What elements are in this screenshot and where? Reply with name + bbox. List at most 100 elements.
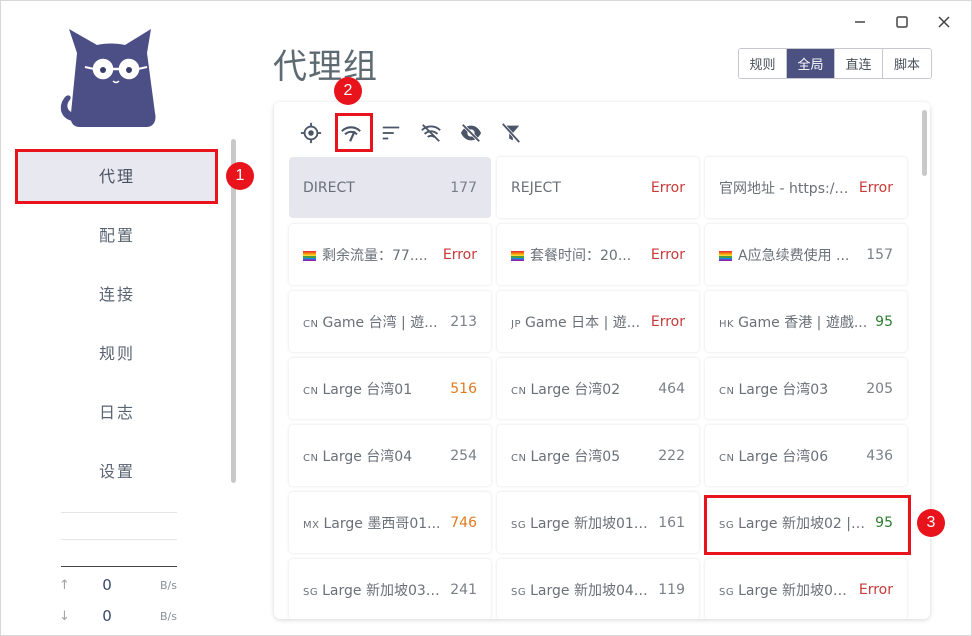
arrow-up-icon: ↑ [59, 577, 70, 593]
region-flag: SG [303, 586, 319, 598]
hide-button[interactable] [458, 120, 484, 146]
proxy-delay[interactable]: 95 [875, 314, 893, 330]
proxy-node-card[interactable]: HK Game 香港 | 遊戲... 95 [705, 291, 907, 352]
proxy-node-label: Game 日本 | 遊... [524, 314, 641, 331]
proxy-delay[interactable]: 157 [866, 247, 893, 263]
sort-icon [382, 126, 400, 140]
proxy-delay[interactable]: 119 [658, 582, 685, 598]
proxy-delay[interactable]: Error [651, 314, 685, 330]
rainbow-flag-icon [303, 250, 316, 261]
proxy-delay[interactable]: 746 [450, 515, 477, 531]
divider [61, 539, 177, 540]
proxy-list-scrollbar[interactable] [922, 110, 927, 176]
region-flag: CN [303, 452, 319, 464]
proxy-node-card[interactable]: CN Large 台湾05 222 [497, 425, 699, 486]
sidebar-item-settings[interactable]: 设置 [17, 444, 217, 496]
mode-direct-button[interactable]: 直连 [835, 49, 883, 78]
maximize-icon [896, 16, 908, 28]
proxy-delay[interactable]: Error [859, 180, 893, 196]
proxy-node-label: Game 台湾 | 遊... [322, 314, 438, 331]
proxy-node-card[interactable]: JP Game 日本 | 遊... Error [497, 291, 699, 352]
proxy-node-name: JP Game 日本 | 遊... [511, 312, 651, 332]
sidebar-item-logs[interactable]: 日志 [17, 385, 217, 437]
mode-global-button[interactable]: 全局 [787, 49, 835, 78]
proxy-node-name: 套餐时间：20... [511, 245, 651, 265]
proxy-delay[interactable]: 222 [658, 448, 685, 464]
proxy-delay[interactable]: 95 [875, 515, 893, 531]
sidebar-scrollbar[interactable] [231, 139, 236, 483]
proxy-node-label: Large 新加坡03 ... [322, 582, 444, 599]
proxy-delay[interactable]: 213 [450, 314, 477, 330]
proxy-node-card[interactable]: A应急续费使用 ... 157 [705, 224, 907, 285]
proxy-delay[interactable]: 516 [450, 381, 477, 397]
rainbow-flag-icon [719, 250, 732, 261]
proxy-delay[interactable]: 254 [450, 448, 477, 464]
maximize-button[interactable] [891, 11, 913, 33]
cat-logo [60, 29, 156, 127]
proxy-node-label: 官网地址 - https://... [719, 180, 853, 197]
proxy-node-card[interactable]: CN Large 台湾03 205 [705, 358, 907, 419]
mode-script-button[interactable]: 脚本 [883, 49, 931, 78]
upload-speed: ↑ 0 B/s [59, 575, 189, 595]
sidebar-item-profiles[interactable]: 配置 [17, 208, 217, 260]
proxy-delay[interactable]: Error [651, 180, 685, 196]
proxy-node-label: Large 台湾05 [530, 448, 621, 465]
hide-unavailable-button[interactable] [418, 120, 444, 146]
proxy-node-label: Large 新加坡01 ... [530, 515, 652, 532]
proxy-delay[interactable]: Error [443, 247, 477, 263]
proxy-delay[interactable]: 205 [866, 381, 893, 397]
proxy-node-name: CN Large 台湾03 [719, 379, 866, 399]
proxy-delay[interactable]: 241 [450, 582, 477, 598]
proxy-node-card[interactable]: SG Large 新加坡05... Error [705, 559, 907, 619]
minimize-button[interactable] [849, 11, 871, 33]
proxy-node-name: 官网地址 - https://... [719, 178, 859, 198]
proxy-node-card[interactable]: 套餐时间：20... Error [497, 224, 699, 285]
proxy-toolbar [298, 120, 538, 146]
locate-button[interactable] [298, 120, 324, 146]
proxy-node-card[interactable]: MX Large 墨西哥01... 746 [289, 492, 491, 553]
mode-rule-button[interactable]: 规则 [739, 49, 787, 78]
proxy-node-card[interactable]: REJECT Error [497, 157, 699, 218]
proxy-node-card[interactable]: SG Large 新加坡03 ... 241 [289, 559, 491, 619]
proxy-node-card[interactable]: DIRECT 177 [289, 157, 491, 218]
proxy-node-label: Game 香港 | 遊戲... [738, 314, 868, 331]
sidebar-item-rules[interactable]: 规则 [17, 326, 217, 378]
proxy-delay[interactable]: 177 [450, 180, 477, 196]
region-flag: CN [303, 385, 319, 397]
proxy-delay[interactable]: 464 [658, 381, 685, 397]
proxy-node-card[interactable]: SG Large 新加坡02 | ... 95 [705, 492, 907, 553]
rainbow-flag-icon [511, 250, 524, 261]
filter-off-button[interactable] [498, 120, 524, 146]
proxy-node-card[interactable]: CN Game 台湾 | 遊... 213 [289, 291, 491, 352]
region-flag: CN [303, 318, 319, 330]
region-flag: MX [303, 519, 320, 531]
download-value: 0 [102, 607, 112, 625]
proxy-node-name: SG Large 新加坡02 | ... [719, 513, 875, 533]
proxy-delay[interactable]: 161 [658, 515, 685, 531]
proxy-node-name: CN Large 台湾06 [719, 446, 866, 466]
speed-test-button[interactable] [338, 120, 364, 146]
proxy-node-card[interactable]: 剩余流量：77.... Error [289, 224, 491, 285]
proxy-node-name: SG Large 新加坡05... [719, 580, 859, 600]
sort-button[interactable] [378, 120, 404, 146]
proxy-node-card[interactable]: SG Large 新加坡01 ... 161 [497, 492, 699, 553]
proxy-node-label: 剩余流量：77.... [322, 247, 428, 264]
proxy-node-card[interactable]: SG Large 新加坡04 ... 119 [497, 559, 699, 619]
region-flag: SG [719, 519, 735, 531]
region-flag: CN [511, 385, 527, 397]
close-button[interactable] [933, 11, 955, 33]
proxy-node-name: MX Large 墨西哥01... [303, 513, 450, 533]
proxy-node-card[interactable]: CN Large 台湾06 436 [705, 425, 907, 486]
proxy-delay[interactable]: 436 [866, 448, 893, 464]
locate-icon [300, 122, 322, 144]
sidebar-item-proxy[interactable]: 代理 [17, 149, 217, 201]
proxy-node-card[interactable]: 官网地址 - https://... Error [705, 157, 907, 218]
proxy-node-card[interactable]: CN Large 台湾02 464 [497, 358, 699, 419]
proxy-delay[interactable]: Error [651, 247, 685, 263]
sidebar-item-connections[interactable]: 连接 [17, 267, 217, 319]
proxy-delay[interactable]: Error [859, 582, 893, 598]
proxy-node-card[interactable]: CN Large 台湾04 254 [289, 425, 491, 486]
proxy-node-label: REJECT [511, 179, 561, 196]
proxy-node-card[interactable]: CN Large 台湾01 516 [289, 358, 491, 419]
proxy-node-name: HK Game 香港 | 遊戲... [719, 312, 875, 332]
